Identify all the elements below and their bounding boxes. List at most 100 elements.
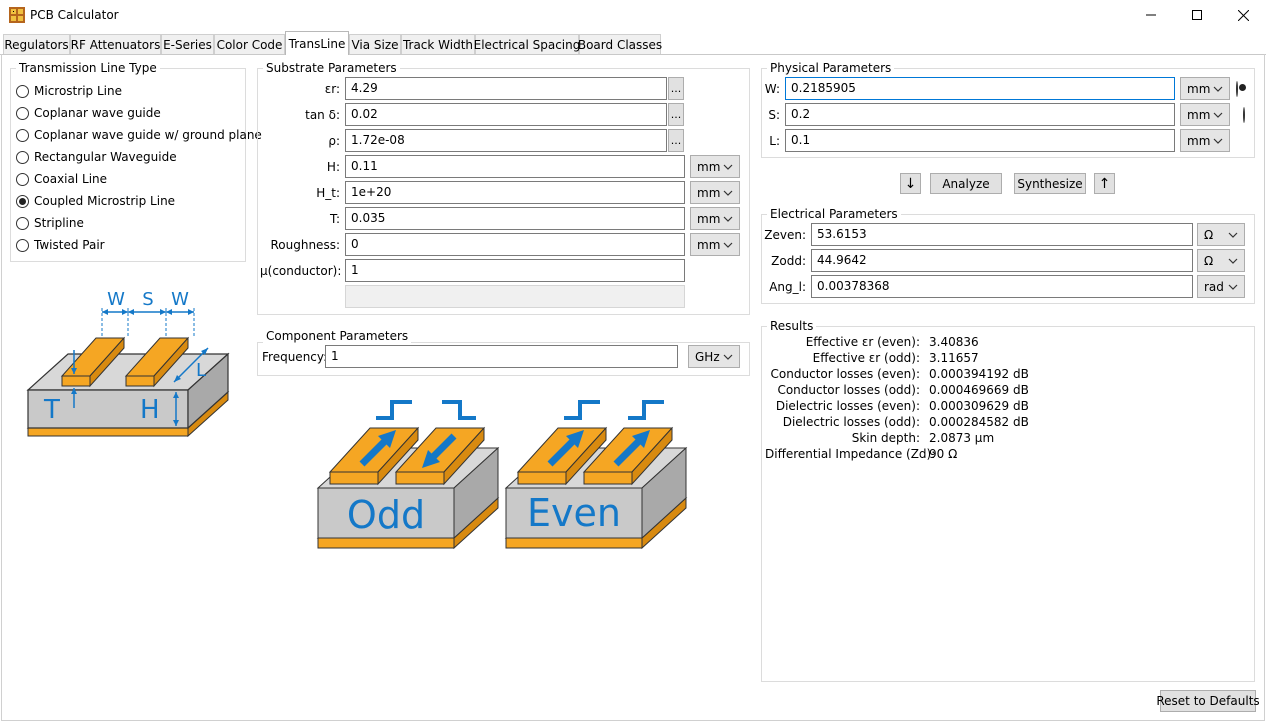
radio-rectangular-waveguide[interactable]: Rectangular Waveguide [16, 146, 244, 168]
er-browse-button[interactable]: ... [668, 77, 684, 100]
l-label: L: [769, 134, 780, 148]
roughness-label: Roughness: [270, 238, 340, 252]
substrate-title: Substrate Parameters [263, 61, 400, 75]
close-icon [1237, 9, 1249, 21]
synthesize-button[interactable]: Synthesize [1014, 173, 1086, 194]
tab-electrical-spacing[interactable]: Electrical Spacing [474, 34, 580, 55]
odd-mode-block: Odd [316, 400, 500, 550]
s-unit-value: mm [1187, 107, 1211, 122]
result-label: Differential Impedance (Zd): [765, 447, 936, 461]
radio-microstrip-line[interactable]: Microstrip Line [16, 80, 244, 102]
radio-coaxial-line[interactable]: Coaxial Line [16, 168, 244, 190]
tab-transline[interactable]: TransLine [285, 31, 349, 55]
radio-twisted-pair[interactable]: Twisted Pair [16, 234, 244, 256]
zodd-unit-select[interactable]: Ω [1197, 249, 1245, 272]
reset-defaults-button[interactable]: Reset to Defaults [1156, 690, 1260, 712]
radio-button[interactable] [16, 106, 29, 120]
tab-color-code[interactable]: Color Code [214, 34, 285, 55]
result-label: Skin depth: [851, 431, 920, 445]
result-label: Conductor losses (even): [770, 367, 920, 381]
radio-label: Coupled Microstrip Line [34, 194, 176, 208]
roughness-unit-select[interactable]: mm [690, 233, 740, 256]
results-title: Results [767, 319, 817, 333]
radio-coplanar-wave-guide[interactable]: Coplanar wave guide [16, 102, 244, 124]
ang-l-label: Ang_l: [769, 280, 806, 294]
zeven-unit-value: Ω [1204, 227, 1214, 242]
rho-browse-button[interactable]: ... [668, 129, 684, 152]
tab-rf-attenuators[interactable]: RF Attenuators [70, 34, 161, 55]
zodd-label: Zodd: [771, 254, 806, 268]
t-field[interactable]: 0.035 [345, 207, 685, 230]
w-synthesize-radio[interactable] [1236, 81, 1238, 97]
radio-button[interactable] [16, 128, 29, 142]
zeven-unit-select[interactable]: Ω [1197, 223, 1245, 246]
roughness-field[interactable]: 0 [345, 233, 685, 256]
radio-button-checked[interactable] [16, 194, 29, 208]
minimize-button[interactable] [1128, 0, 1174, 30]
s-unit-select[interactable]: mm [1180, 103, 1230, 126]
l-field[interactable]: 0.1 [785, 129, 1175, 152]
w-unit-select[interactable]: mm [1180, 77, 1230, 100]
w-unit-value: mm [1187, 81, 1211, 96]
er-field[interactable]: 4.29 [345, 77, 667, 100]
h-t-field[interactable]: 1e+20 [345, 181, 685, 204]
substrate-info-field [345, 285, 685, 308]
tab-e-series[interactable]: E-Series [161, 34, 214, 55]
radio-button[interactable] [16, 150, 29, 164]
tan-delta-browse-button[interactable]: ... [668, 103, 684, 126]
s-synthesize-radio[interactable] [1243, 107, 1245, 123]
radio-button[interactable] [16, 172, 29, 186]
frequency-field[interactable]: 1 [325, 345, 678, 368]
result-value: 0.000394192 dB [929, 367, 1029, 381]
l-unit-select[interactable]: mm [1180, 129, 1230, 152]
tan-delta-field[interactable]: 0.02 [345, 103, 667, 126]
tab-track-width[interactable]: Track Width [401, 34, 475, 55]
radio-coupled-microstrip-line[interactable]: Coupled Microstrip Line [16, 190, 244, 212]
maximize-button[interactable] [1174, 0, 1220, 30]
radio-button[interactable] [16, 84, 29, 98]
chevron-down-icon [723, 216, 733, 222]
result-value: 3.40836 [929, 335, 979, 349]
tab-board-classes[interactable]: Board Classes [578, 34, 662, 55]
analyze-button[interactable]: Analyze [930, 173, 1002, 194]
w-field[interactable]: 0.2185905 [785, 77, 1175, 100]
h-unit-select[interactable]: mm [690, 155, 740, 178]
radio-button[interactable] [16, 238, 29, 252]
minimize-icon [1146, 14, 1156, 16]
chevron-down-icon [1213, 138, 1223, 144]
chevron-down-icon [723, 164, 733, 170]
diagram-label-t: T [43, 395, 60, 425]
h-t-unit-select[interactable]: mm [690, 181, 740, 204]
frequency-unit-select[interactable]: GHz [688, 345, 740, 368]
rho-field[interactable]: 1.72e-08 [345, 129, 667, 152]
radio-button[interactable] [16, 216, 29, 230]
t-unit-select[interactable]: mm [690, 207, 740, 230]
zeven-field[interactable]: 53.6153 [811, 223, 1193, 246]
radio-label: Stripline [34, 216, 84, 230]
chevron-down-icon [1213, 86, 1223, 92]
arrow-up-button[interactable]: ↑ [1094, 173, 1115, 194]
odd-even-mode-diagram: Odd Even [316, 400, 688, 550]
diagram-label-l: L [196, 360, 206, 381]
h-field[interactable]: 0.11 [345, 155, 685, 178]
tab-via-size[interactable]: Via Size [349, 34, 401, 55]
maximize-icon [1192, 10, 1202, 20]
ang-l-field[interactable]: 0.00378368 [811, 275, 1193, 298]
zodd-field[interactable]: 44.9642 [811, 249, 1193, 272]
ang-l-unit-select[interactable]: rad [1197, 275, 1245, 298]
arrow-down-button[interactable]: ↓ [900, 173, 921, 194]
radio-stripline[interactable]: Stripline [16, 212, 244, 234]
coupled-microstrip-diagram: W S W L T H [26, 289, 230, 438]
radio-label: Coplanar wave guide [34, 106, 161, 120]
h-unit-value: mm [697, 159, 721, 174]
s-field[interactable]: 0.2 [785, 103, 1175, 126]
mu-conductor-field[interactable]: 1 [345, 259, 685, 282]
odd-label: Odd [347, 493, 425, 537]
result-value: 0.000284582 dB [929, 415, 1029, 429]
component-title: Component Parameters [263, 329, 412, 343]
radio-coplanar-ground-plane[interactable]: Coplanar wave guide w/ ground plane [16, 124, 262, 146]
tab-regulators[interactable]: Regulators [3, 34, 70, 55]
close-button[interactable] [1220, 0, 1266, 30]
mu-conductor-label: μ(conductor): [260, 264, 342, 278]
chevron-down-icon [723, 354, 733, 360]
